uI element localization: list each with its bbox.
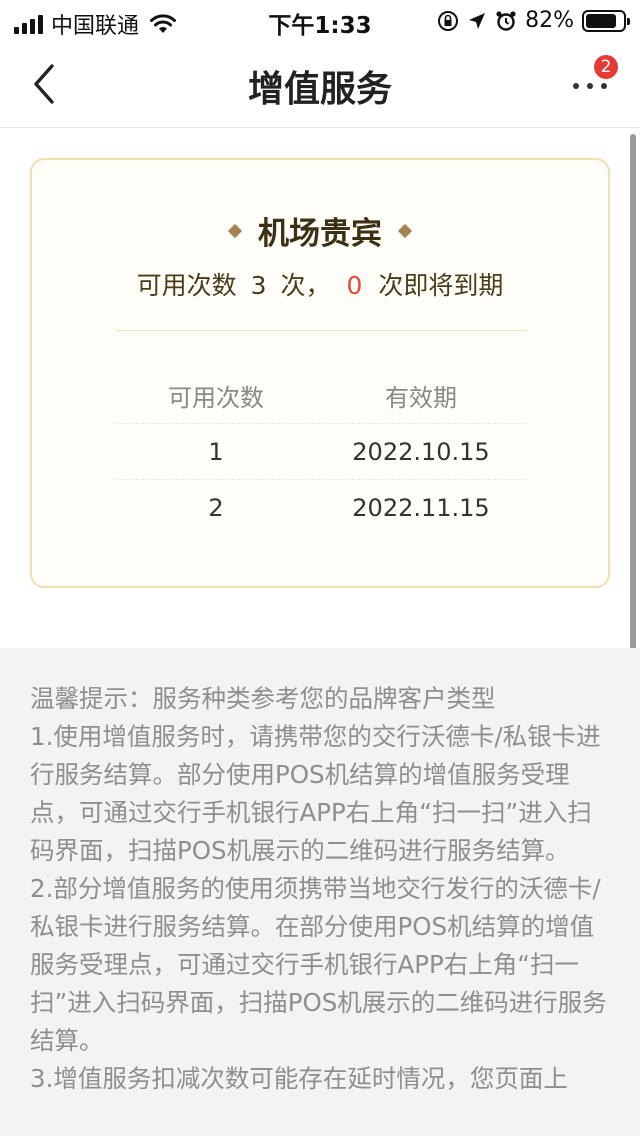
row-expiry: 2022.10.15 — [352, 437, 490, 466]
validity-table: 可用次数 有效期 1 2022.10.15 2 2022.11.15 — [116, 368, 526, 536]
expiring-count: 0 — [346, 271, 363, 300]
service-title: 机场贵宾 — [258, 216, 382, 252]
table-row: 2 2022.11.15 — [116, 480, 526, 536]
tips-heading: 温馨提示：服务种类参考您的品牌客户类型 — [30, 684, 496, 713]
available-count: 3 — [250, 271, 267, 300]
battery-level-fill — [586, 13, 616, 28]
usage-suffix: 次即将到期 — [378, 271, 504, 300]
status-right: 82% — [437, 8, 630, 33]
row-expiry: 2022.11.15 — [352, 494, 490, 522]
nav-bar: 增值服务 2 — [0, 40, 640, 128]
tip-item: 3.增值服务扣减次数可能存在延时情况，您页面上 — [30, 1064, 568, 1093]
location-icon — [469, 12, 486, 29]
tip-item: 1.使用增值服务时，请携带您的交行沃德卡/私银卡进行服务结算。部分使用POS机结… — [30, 722, 601, 865]
battery-percentage: 82% — [525, 8, 574, 33]
tip-item: 2.部分增值服务的使用须携带当地交行发行的沃德卡/私银卡进行服务结算。在部分使用… — [30, 874, 607, 1055]
diamond-icon — [397, 223, 413, 238]
card-divider — [116, 330, 526, 331]
diamond-icon — [227, 223, 243, 238]
page-title: 增值服务 — [247, 69, 392, 110]
usage-prefix: 可用次数 — [136, 271, 237, 300]
table-row: 1 2022.10.15 — [116, 424, 526, 480]
notification-badge: 2 — [594, 55, 618, 79]
usage-mid: 次， — [280, 271, 331, 300]
battery-icon — [582, 9, 630, 32]
status-bar: 中国联通 下午1:33 82% — [0, 0, 640, 40]
table-header: 可用次数 有效期 — [116, 368, 526, 424]
rotation-lock-icon — [438, 10, 459, 31]
row-count: 1 — [208, 437, 224, 466]
alarm-icon — [496, 10, 516, 31]
header-expiry: 有效期 — [385, 384, 457, 412]
row-count: 2 — [208, 494, 224, 522]
header-count: 可用次数 — [168, 384, 264, 412]
service-card: 机场贵宾 可用次数 3 次， 0 次即将到期 可用次数 有效期 1 2022.1… — [30, 158, 610, 588]
tips-section: 温馨提示：服务种类参考您的品牌客户类型 1.使用增值服务时，请携带您的交行沃德卡… — [0, 648, 640, 1136]
usage-summary: 可用次数 3 次， 0 次即将到期 — [32, 266, 608, 302]
card-title-row: 机场贵宾 — [32, 208, 608, 253]
